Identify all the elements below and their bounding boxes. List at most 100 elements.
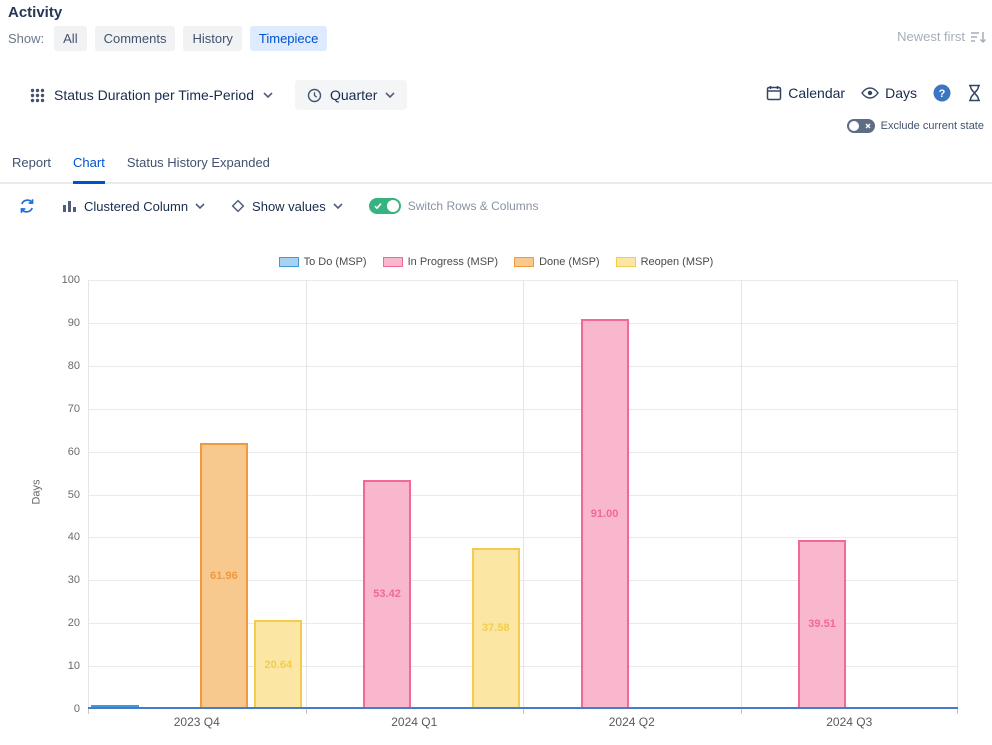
bar-in-progress-msp-2024-q1[interactable]: 53.42 (363, 480, 411, 709)
chart-legend: To Do (MSP) In Progress (MSP) Done (MSP) Re… (0, 256, 992, 268)
chart: To Do (MSP) In Progress (MSP) Done (MSP) Re… (0, 248, 992, 745)
plot-area: 53.42 91.00 39.51 61.96 20.64 37.58 (88, 280, 958, 709)
chart-type-dropdown[interactable]: Clustered Column (62, 199, 205, 214)
legend-label: To Do (MSP) (304, 256, 367, 268)
check-icon (374, 202, 382, 210)
chevron-down-icon (333, 203, 343, 209)
legend-item-1[interactable]: In Progress (MSP) (383, 256, 498, 268)
bar-reopen-msp-2023-q4[interactable]: 20.64 (254, 620, 302, 709)
chart-controls-bar: Clustered Column Show values Switch Rows… (18, 197, 538, 215)
y-axis-tick-label: 80 (42, 360, 80, 372)
tab-status-history-expanded[interactable]: Status History Expanded (127, 155, 270, 184)
x-axis-category-label: 2024 Q1 (306, 715, 524, 729)
bar-value-label: 61.96 (210, 570, 238, 582)
filter-timepiece-button[interactable]: Timepiece (250, 26, 327, 51)
hourglass-icon (967, 84, 982, 102)
sort-order-control[interactable]: Newest first (897, 29, 986, 44)
toggle-on-icon[interactable] (369, 198, 401, 214)
y-axis-tick-label: 100 (42, 274, 80, 286)
filter-history-button[interactable]: History (183, 26, 241, 51)
bar-value-label: 20.64 (265, 659, 293, 671)
refresh-icon[interactable] (18, 197, 36, 215)
chart-tools: Calendar Days ? (766, 84, 982, 102)
filter-all-button[interactable]: All (54, 26, 86, 51)
unit-days-button[interactable]: Days (861, 85, 917, 101)
chevron-down-icon (263, 92, 273, 98)
exclude-current-state-label: Exclude current state (881, 120, 984, 132)
x-axis-tick (88, 709, 89, 714)
y-axis-tick-label: 20 (42, 617, 80, 629)
bar-chart-icon (62, 199, 77, 213)
y-axis-tick-label: 10 (42, 660, 80, 672)
x-axis-tick (957, 709, 958, 714)
exclude-current-state-toggle[interactable]: Exclude current state (847, 119, 984, 133)
toggle-knob (387, 200, 399, 212)
legend-label: Reopen (MSP) (641, 256, 714, 268)
y-axis-tick-label: 0 (42, 703, 80, 715)
y-axis-tick-label: 50 (42, 489, 80, 501)
gridline-vertical (741, 280, 742, 709)
bar-value-label: 39.51 (808, 618, 836, 630)
show-values-label: Show values (252, 199, 326, 214)
legend-swatch-icon (383, 257, 403, 267)
toggle-off-icon[interactable] (847, 119, 875, 133)
calendar-icon (766, 85, 782, 101)
chevron-down-icon (385, 92, 395, 98)
eye-icon (861, 87, 879, 99)
legend-label: In Progress (MSP) (408, 256, 498, 268)
legend-swatch-icon (514, 257, 534, 267)
report-type-label: Status Duration per Time-Period (54, 87, 254, 103)
y-axis-tick-label: 40 (42, 531, 80, 543)
gridline-vertical (88, 280, 89, 709)
calendar-label: Calendar (788, 85, 845, 101)
x-axis-category-label: 2024 Q2 (523, 715, 741, 729)
show-values-dropdown[interactable]: Show values (231, 199, 343, 214)
diamond-icon (231, 199, 245, 213)
activity-filter-bar: Show: All Comments History Timepiece (8, 26, 327, 51)
bar-in-progress-msp-2024-q3[interactable]: 39.51 (798, 540, 846, 709)
legend-label: Done (MSP) (539, 256, 600, 268)
bar-in-progress-msp-2024-q2[interactable]: 91.00 (581, 319, 629, 709)
y-axis-title: Days (31, 479, 43, 504)
y-axis-tick-label: 90 (42, 317, 80, 329)
chevron-down-icon (195, 203, 205, 209)
unit-days-label: Days (885, 85, 917, 101)
sort-descending-icon (970, 30, 986, 44)
x-axis-tick (523, 709, 524, 714)
switch-rows-columns-toggle[interactable]: Switch Rows & Columns (369, 198, 539, 214)
toggle-knob (849, 121, 859, 131)
question-icon: ? (933, 84, 951, 102)
sort-order-label: Newest first (897, 29, 965, 44)
legend-item-2[interactable]: Done (MSP) (514, 256, 600, 268)
period-dropdown[interactable]: Quarter (295, 80, 407, 110)
bar-reopen-msp-2024-q1[interactable]: 37.58 (472, 548, 520, 709)
x-axis-category-label: 2024 Q3 (741, 715, 959, 729)
filter-comments-button[interactable]: Comments (95, 26, 176, 51)
legend-swatch-icon (616, 257, 636, 267)
legend-item-3[interactable]: Reopen (MSP) (616, 256, 714, 268)
y-axis-tick-label: 60 (42, 446, 80, 458)
gridline-vertical (523, 280, 524, 709)
gridline-vertical (306, 280, 307, 709)
tab-report[interactable]: Report (12, 155, 51, 184)
y-axis-tick-label: 70 (42, 403, 80, 415)
report-toolbar: Status Duration per Time-Period Quarter (30, 80, 407, 110)
y-axis-tick-label: 30 (42, 574, 80, 586)
view-tabs: Report Chart Status History Expanded (0, 155, 992, 184)
report-type-dropdown[interactable]: Status Duration per Time-Period (30, 87, 273, 103)
svg-text:?: ? (939, 88, 946, 100)
calendar-button[interactable]: Calendar (766, 85, 845, 101)
show-label: Show: (8, 31, 44, 46)
tab-chart[interactable]: Chart (73, 155, 105, 184)
cross-icon (865, 123, 871, 129)
legend-item-0[interactable]: To Do (MSP) (279, 256, 367, 268)
help-button[interactable]: ? (933, 84, 951, 102)
legend-swatch-icon (279, 257, 299, 267)
bar-done-msp-2023-q4[interactable]: 61.96 (200, 443, 248, 709)
hourglass-button[interactable] (967, 84, 982, 102)
clock-icon (307, 88, 322, 103)
x-axis-tick (741, 709, 742, 714)
x-axis-category-label: 2023 Q4 (88, 715, 306, 729)
page-title: Activity (8, 4, 62, 21)
x-axis-tick (306, 709, 307, 714)
